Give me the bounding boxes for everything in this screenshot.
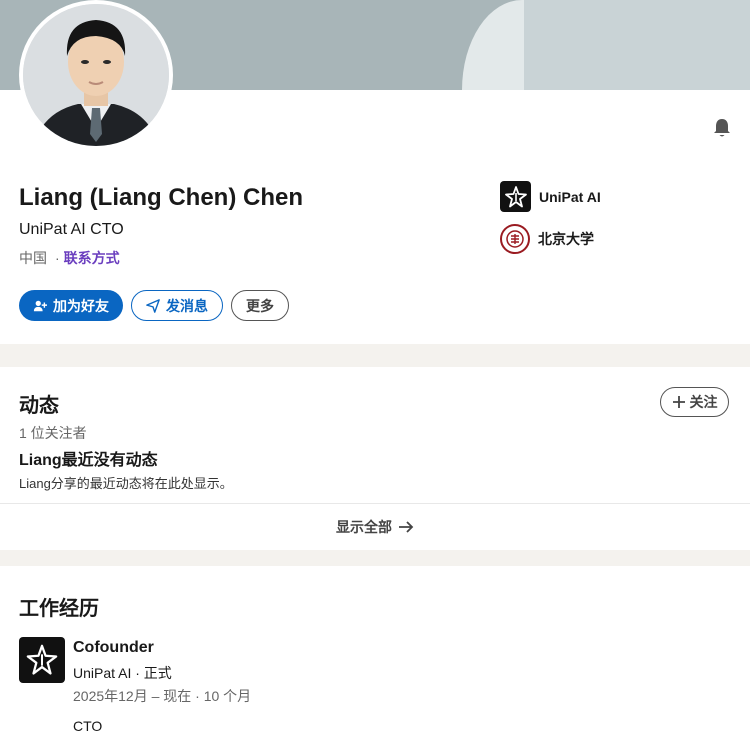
empty-activity-title: Liang最近没有动态 [19, 452, 158, 469]
more-label: 更多 [246, 297, 274, 314]
add-person-icon [33, 300, 47, 311]
bell-icon[interactable] [710, 116, 734, 140]
arrow-right-icon [399, 521, 414, 533]
experience-title: 工作经历 [19, 598, 99, 620]
show-all-activity-link[interactable]: 显示全部 [0, 504, 750, 550]
connect-button[interactable]: 加为好友 [19, 290, 123, 321]
experience-role: Cofounder [73, 639, 154, 656]
experience-card: 工作经历 Cofounder UniPat AI · 正式 2025年12月 –… [0, 566, 750, 745]
follow-button[interactable]: 关注 [660, 387, 729, 417]
experience-company: UniPat AI · 正式 [73, 665, 172, 681]
activity-title: 动态 [19, 395, 59, 417]
org-pku[interactable]: 北京大学 [500, 224, 594, 254]
profile-card: Liang (Liang Chen) Chen UniPat AI CTO 中国… [0, 0, 750, 344]
profile-photo [23, 4, 169, 146]
message-button[interactable]: 发消息 [131, 290, 223, 321]
experience-dates: 2025年12月 – 现在 · 10 个月 [73, 688, 252, 704]
person-photo-icon [23, 4, 169, 146]
unipat-logo-icon[interactable] [19, 637, 65, 683]
org-name: 北京大学 [538, 231, 594, 247]
send-icon [146, 298, 160, 313]
org-unipat[interactable]: UniPat AI [500, 181, 601, 212]
more-button[interactable]: 更多 [231, 290, 289, 321]
location-separator: · [55, 250, 60, 266]
follow-label: 关注 [689, 394, 718, 410]
contact-info-link[interactable]: 联系方式 [64, 250, 120, 266]
connect-label: 加为好友 [53, 297, 109, 314]
unipat-logo-icon [500, 181, 531, 212]
location-text: 中国 [19, 250, 47, 266]
profile-actions: 加为好友 发消息 更多 [19, 290, 289, 321]
empty-activity-description: Liang分享的最近动态将在此处显示。 [19, 476, 233, 491]
avatar[interactable] [19, 0, 173, 150]
show-all-label: 显示全部 [336, 519, 392, 535]
org-name: UniPat AI [539, 188, 601, 205]
activity-card: 动态 关注 1 位关注者 Liang最近没有动态 Liang分享的最近动态将在此… [0, 367, 750, 550]
profile-location-row: 中国 · 联系方式 [19, 248, 120, 268]
profile-headline: UniPat AI CTO [19, 221, 124, 238]
experience-description: CTO [73, 718, 103, 734]
pku-seal-icon [500, 224, 530, 254]
followers-count: 1 位关注者 [19, 425, 87, 441]
profile-name: Liang (Liang Chen) Chen [19, 184, 303, 211]
plus-icon [672, 396, 685, 408]
message-label: 发消息 [166, 297, 208, 314]
